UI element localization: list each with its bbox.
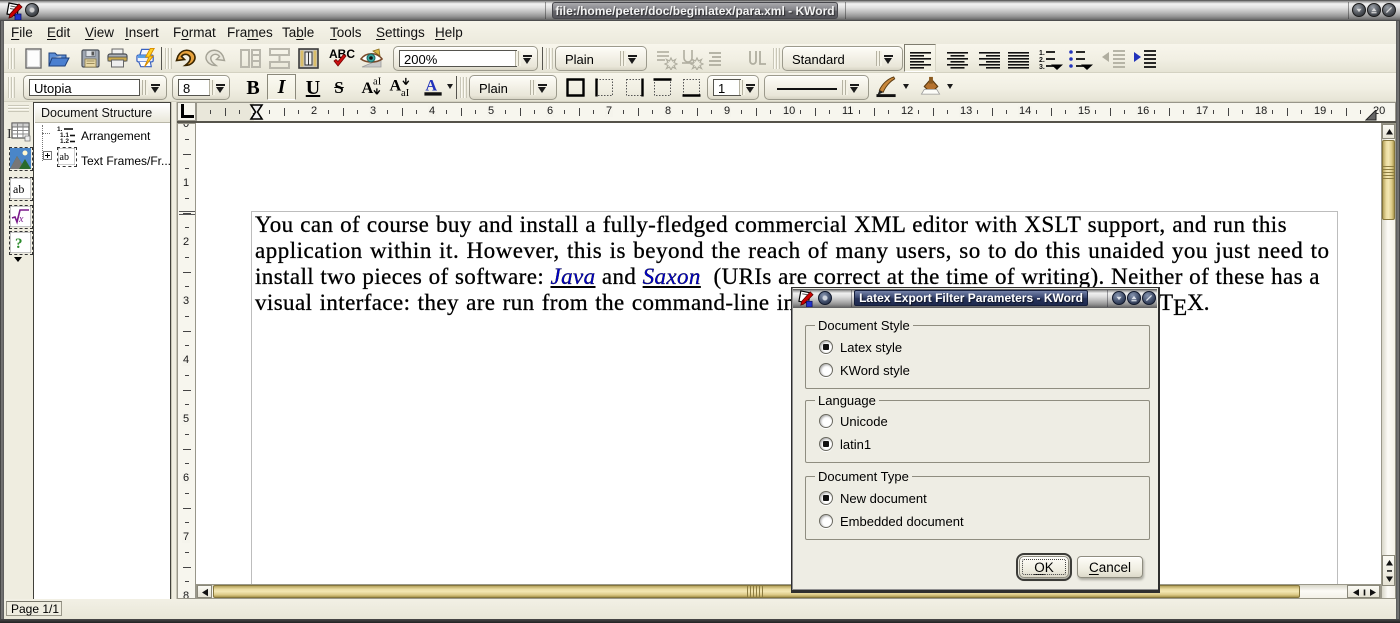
svg-text:2.: 2. (1039, 57, 1045, 64)
svg-text:1.: 1. (1039, 50, 1045, 57)
svg-text:1.2: 1.2 (60, 138, 69, 144)
svg-text:aI: aI (401, 88, 410, 98)
svg-text:3.: 3. (1039, 64, 1045, 70)
svg-text:aI: aI (373, 77, 382, 88)
svg-text:x: x (18, 214, 24, 225)
svg-text:A: A (425, 75, 437, 94)
svg-text:ab: ab (13, 182, 24, 196)
svg-text:?: ? (15, 236, 23, 252)
svg-text:ab: ab (60, 152, 69, 163)
svg-text:A: A (390, 75, 402, 94)
svg-text:A: A (362, 78, 374, 97)
svg-text:I: I (7, 127, 12, 142)
